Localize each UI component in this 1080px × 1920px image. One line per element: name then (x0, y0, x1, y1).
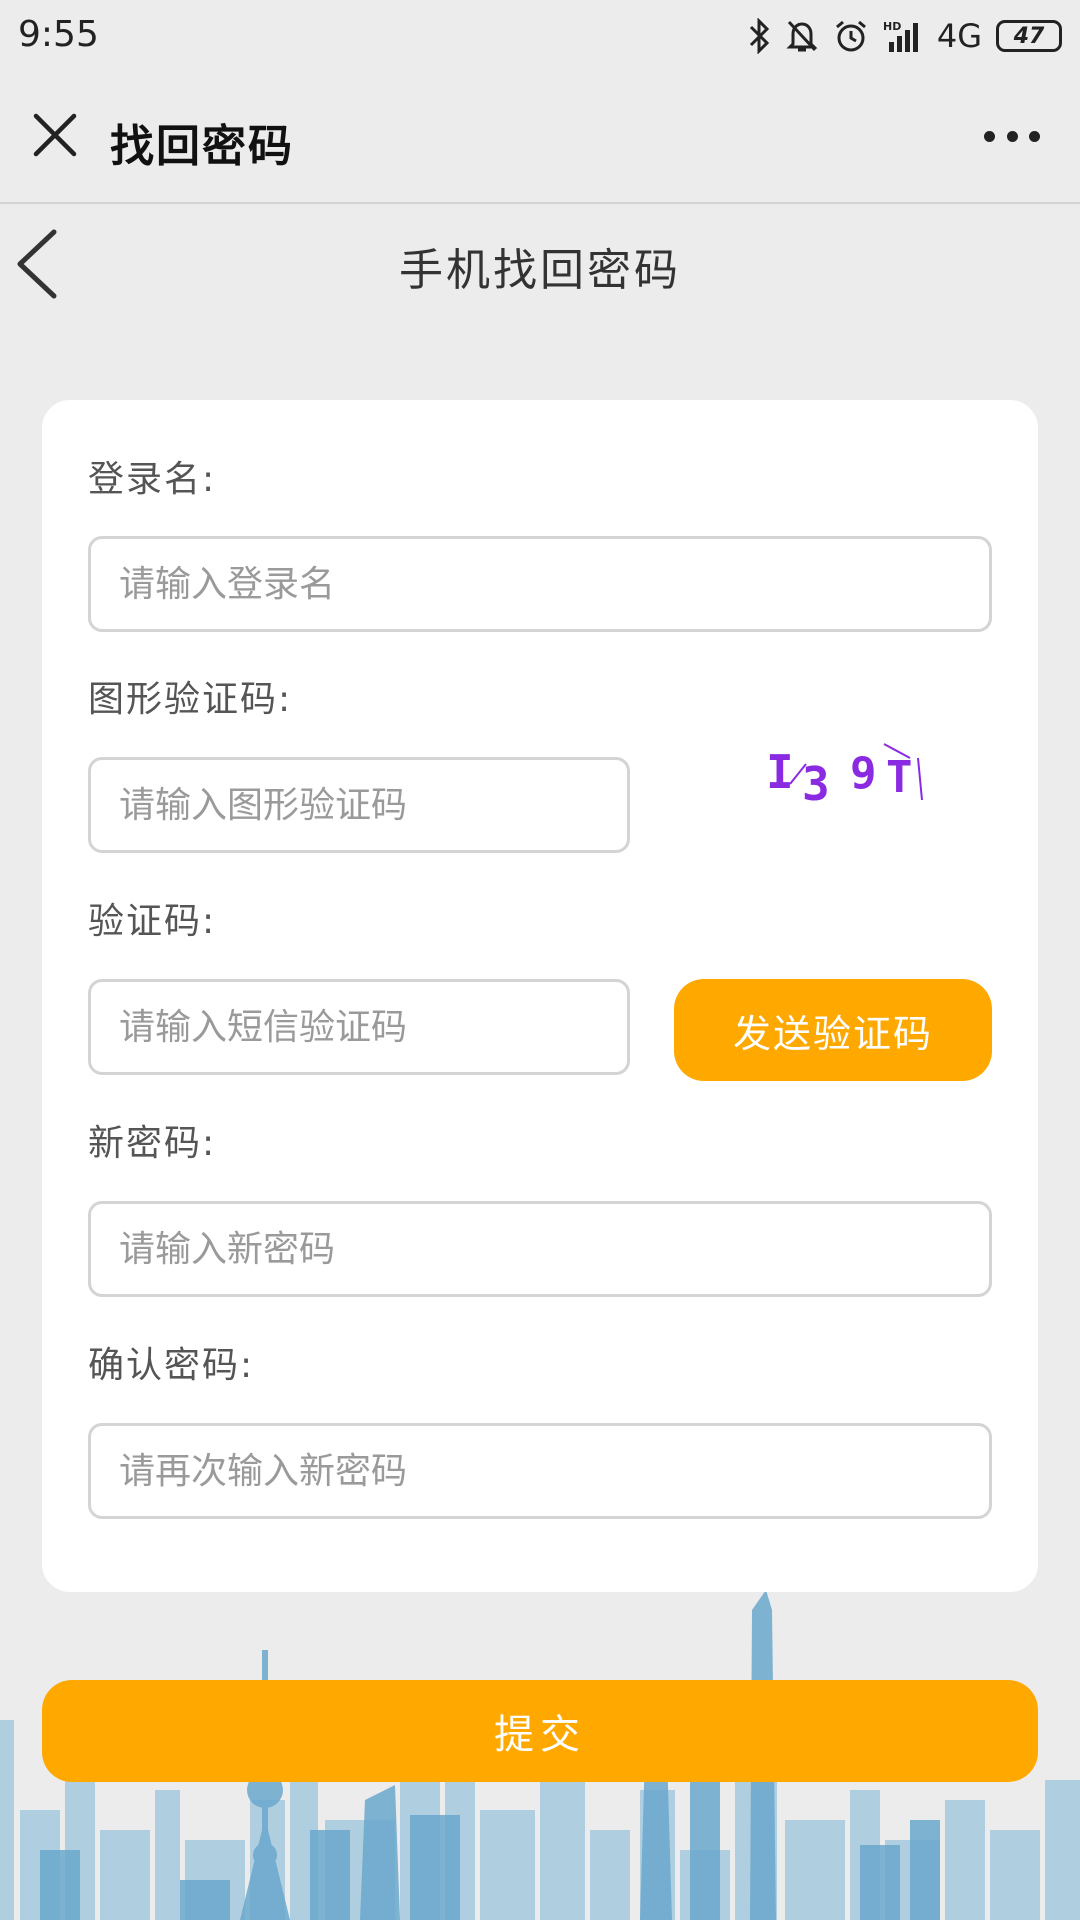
username-input[interactable] (88, 536, 992, 632)
app-title: 找回密码 (110, 121, 294, 172)
confirm-password-label: 确认密码: (88, 1345, 255, 1386)
sms-code-label: 验证码: (88, 901, 217, 942)
close-icon[interactable] (30, 110, 80, 160)
status-icons: HD 4G 47 (747, 14, 1062, 58)
send-code-button[interactable]: 发送验证码 (674, 979, 992, 1081)
svg-text:3: 3 (802, 757, 830, 810)
status-bar: 9:55 HD 4G 47 (0, 0, 1080, 72)
form-card: 登录名: 图形验证码: I 3 9 T 验证码: 发送验证码 新密码: 确认密码… (42, 400, 1038, 1592)
bluetooth-icon (749, 18, 769, 54)
battery-icon: 47 (996, 20, 1062, 52)
more-dot (984, 130, 995, 142)
status-time: 9:55 (18, 14, 99, 55)
confirm-password-input[interactable] (88, 1423, 992, 1519)
svg-text:HD: HD (883, 20, 901, 33)
alarm-icon (835, 20, 866, 52)
new-password-input[interactable] (88, 1201, 992, 1297)
username-label: 登录名: (88, 459, 217, 500)
app-bar: 找回密码 (0, 72, 1080, 204)
svg-text:T: T (886, 752, 913, 803)
captcha-image[interactable]: I 3 9 T (762, 730, 982, 810)
network-label: 4G (936, 17, 982, 55)
more-icon[interactable] (984, 116, 1040, 156)
new-password-label: 新密码: (88, 1123, 217, 1164)
svg-text:9: 9 (850, 748, 877, 799)
submit-button[interactable]: 提交 (42, 1680, 1038, 1782)
image-captcha-input[interactable] (88, 757, 630, 853)
hd-signal-icon: HD (883, 20, 918, 52)
svg-text:I: I (766, 745, 794, 799)
image-captcha-label: 图形验证码: (88, 679, 293, 720)
sms-code-input[interactable] (88, 979, 630, 1075)
page-title: 手机找回密码 (399, 245, 681, 296)
more-dot (1029, 130, 1040, 142)
bell-off-icon (786, 20, 818, 52)
more-dot (1006, 130, 1018, 142)
page-header: 手机找回密码 (0, 204, 1080, 324)
